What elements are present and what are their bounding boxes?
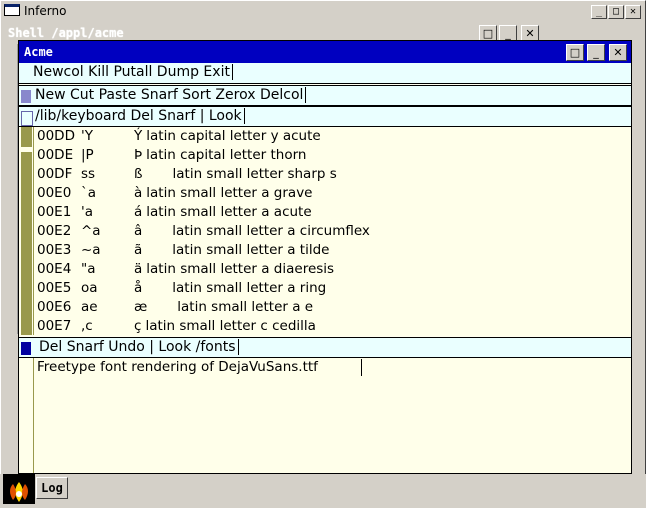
line-code: 00E2 bbox=[37, 223, 72, 239]
line-desc: latin small letter sharp s bbox=[172, 166, 337, 182]
line-key: |P bbox=[81, 147, 94, 163]
main-tag-text[interactable]: Newcol Kill Putall Dump Exit bbox=[33, 64, 233, 80]
acme-titlebar[interactable] bbox=[19, 41, 631, 63]
line-desc: latin capital letter y acute bbox=[146, 128, 321, 144]
line-glyph: à bbox=[134, 185, 143, 201]
window2-handle-icon[interactable] bbox=[21, 342, 31, 355]
line-code: 00E4 bbox=[37, 261, 72, 277]
line-desc: latin small letter a diaeresis bbox=[146, 261, 335, 277]
line-code: 00E0 bbox=[37, 185, 72, 201]
line-glyph-and-desc: Ýlatin capital letter y acute bbox=[134, 127, 321, 146]
column-handle-icon[interactable] bbox=[21, 90, 31, 103]
line-glyph-and-desc: ã latin small letter a tilde bbox=[134, 241, 329, 260]
window1-scroll-divider bbox=[33, 127, 34, 335]
acme-minimize-icon[interactable]: _ bbox=[587, 44, 605, 61]
line-code: 00DD bbox=[37, 128, 75, 144]
line-key: oa bbox=[81, 280, 98, 296]
line-glyph-and-desc: ä latin small letter a diaeresis bbox=[134, 260, 334, 279]
acme-title: Acme bbox=[24, 45, 53, 59]
window2-scroll-divider bbox=[33, 358, 34, 473]
window1-scroll-thumb[interactable] bbox=[21, 147, 32, 152]
minimize-icon[interactable]: _ bbox=[591, 5, 607, 19]
window1-scrollbar[interactable] bbox=[21, 127, 32, 335]
inferno-logo-icon[interactable] bbox=[3, 474, 35, 504]
line-desc: latin small letter a ring bbox=[172, 280, 327, 296]
line-key: 'a bbox=[81, 204, 93, 220]
window-icon bbox=[4, 4, 20, 16]
line-code: 00E6 bbox=[37, 299, 72, 315]
line-desc: latin small letter a acute bbox=[146, 204, 312, 220]
line-code: 00DE bbox=[37, 147, 74, 163]
line-code: 00E3 bbox=[37, 242, 72, 258]
line-desc: latin small letter a tilde bbox=[172, 242, 330, 258]
text-cursor bbox=[361, 359, 362, 376]
line-desc: latin small letter a circumflex bbox=[172, 223, 370, 239]
line-glyph-and-desc: æ latin small letter a e bbox=[134, 298, 313, 317]
line-glyph-and-desc: å latin small letter a ring bbox=[134, 279, 326, 298]
window2-tag-text[interactable]: Del Snarf Undo | Look /fonts bbox=[39, 339, 239, 355]
line-glyph: ä bbox=[134, 261, 143, 277]
inferno-titlebar[interactable] bbox=[2, 2, 642, 22]
line-desc: latin small letter c cedilla bbox=[145, 318, 316, 334]
line-code: 00E7 bbox=[37, 318, 72, 334]
line-glyph-and-desc: á latin small letter a acute bbox=[134, 203, 312, 222]
line-key: 'Y bbox=[81, 128, 93, 144]
window1-tag[interactable]: /lib/keyboard Del Snarf | Look bbox=[19, 106, 631, 127]
window-title: Inferno bbox=[24, 4, 67, 18]
line-glyph-and-desc: ç latin small letter c cedilla bbox=[134, 317, 316, 336]
window2-tag[interactable]: Del Snarf Undo | Look /fonts bbox=[19, 337, 631, 358]
log-button[interactable]: Log bbox=[36, 477, 68, 499]
shell-title: Shell /appl/acme bbox=[8, 26, 124, 40]
column-tag-text[interactable]: New Cut Paste Snarf Sort Zerox Delcol bbox=[35, 87, 307, 103]
acme-maximize-icon[interactable]: □ bbox=[566, 44, 584, 61]
line-glyph: å bbox=[134, 280, 143, 296]
line-glyph: æ bbox=[134, 299, 148, 315]
window1-tag-text[interactable]: /lib/keyboard Del Snarf | Look bbox=[35, 108, 245, 124]
main-tag[interactable]: Newcol Kill Putall Dump Exit bbox=[19, 63, 631, 84]
line-desc: latin small letter a grave bbox=[146, 185, 313, 201]
shell-scrollbar[interactable] bbox=[4, 44, 18, 334]
line-glyph: ã bbox=[134, 242, 143, 258]
line-key: ae bbox=[81, 299, 98, 315]
taskbar bbox=[0, 474, 646, 505]
line-key: "a bbox=[81, 261, 96, 277]
line-glyph: á bbox=[134, 204, 143, 220]
line-desc: latin small letter a e bbox=[177, 299, 314, 315]
line-glyph-and-desc: ß latin small letter sharp s bbox=[134, 165, 337, 184]
acme-close-icon[interactable]: ✕ bbox=[609, 44, 627, 61]
line-code: 00DF bbox=[37, 166, 73, 182]
maximize-icon[interactable]: □ bbox=[608, 5, 624, 19]
line-glyph-and-desc: à latin small letter a grave bbox=[134, 184, 313, 203]
line-key: ss bbox=[81, 166, 96, 182]
window2-text[interactable]: Freetype font rendering of DejaVuSans.tt… bbox=[37, 358, 318, 377]
line-desc: latin capital letter thorn bbox=[146, 147, 307, 163]
line-glyph: ß bbox=[134, 166, 143, 182]
line-glyph: Ý bbox=[134, 128, 143, 144]
line-glyph-and-desc: Þlatin capital letter thorn bbox=[134, 146, 306, 165]
line-key: `a bbox=[81, 185, 97, 201]
line-key: ,c bbox=[81, 318, 93, 334]
line-glyph: Þ bbox=[134, 147, 143, 163]
line-glyph-and-desc: â latin small letter a circumflex bbox=[134, 222, 370, 241]
line-glyph: ç bbox=[134, 318, 142, 334]
line-code: 00E5 bbox=[37, 280, 72, 296]
line-code: 00E1 bbox=[37, 204, 72, 220]
line-key: ^a bbox=[81, 223, 101, 239]
line-key: ~a bbox=[81, 242, 101, 258]
close-icon[interactable]: ✕ bbox=[625, 5, 641, 19]
column-tag[interactable]: New Cut Paste Snarf Sort Zerox Delcol bbox=[19, 85, 631, 106]
window1-handle-icon[interactable] bbox=[21, 111, 33, 126]
line-glyph: â bbox=[134, 223, 143, 239]
